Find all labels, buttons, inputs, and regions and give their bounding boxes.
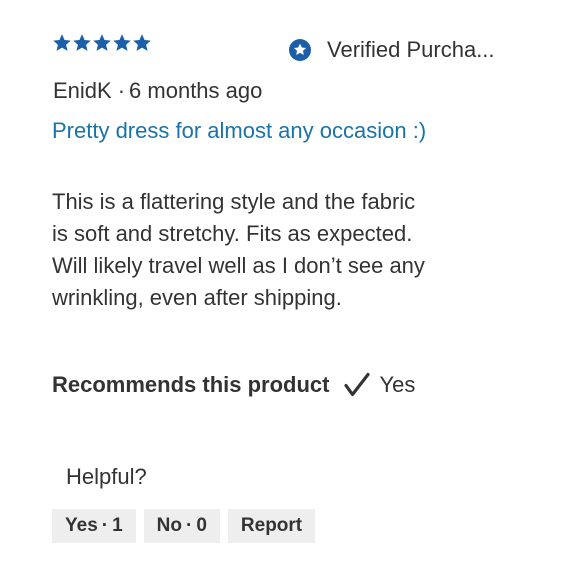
star-icon <box>52 33 72 53</box>
review-body-line: is soft and stretchy. Fits as expected. <box>52 221 413 246</box>
verified-purchase-badge: Verified Purcha... <box>289 36 495 64</box>
report-label: Report <box>240 515 303 536</box>
helpful-label: Helpful? <box>66 464 147 489</box>
review-body-line: This is a flattering style and the fabri… <box>52 189 416 214</box>
verified-purchase-label: Verified Purcha... <box>327 37 495 62</box>
no-count: 0 <box>196 515 207 536</box>
review-card: Verified Purcha... EnidK · 6 months ago Pr… <box>0 0 580 580</box>
meta-separator: · <box>117 78 126 103</box>
star-icon <box>72 33 92 53</box>
verified-star-badge-icon <box>289 39 311 61</box>
review-body: This is a flattering style and the fabri… <box>52 186 472 314</box>
review-meta: EnidK · 6 months ago <box>53 77 262 105</box>
report-button[interactable]: Report <box>227 509 316 543</box>
yes-count: 1 <box>112 515 123 536</box>
no-label: No <box>156 515 182 536</box>
star-icon <box>132 33 152 53</box>
checkmark-icon <box>343 371 371 399</box>
star-icon <box>92 33 112 53</box>
review-title: Pretty dress for almost any occasion :) <box>52 118 427 143</box>
star-icon <box>112 33 132 53</box>
recommends-label: Recommends this product <box>52 372 330 397</box>
review-body-line: Will likely travel well as I don’t see a… <box>52 253 425 278</box>
author-name: EnidK <box>53 78 112 103</box>
recommends-value: Yes <box>379 372 416 397</box>
yes-label: Yes <box>65 515 98 536</box>
review-body-line: wrinkling, even after shipping. <box>52 285 342 310</box>
vote-separator: · <box>186 515 193 536</box>
helpful-yes-button[interactable]: Yes · 1 <box>52 509 136 543</box>
helpful-vote-row: Yes · 1 No · 0 Report <box>52 509 316 543</box>
recommends-row: Recommends this product Yes <box>52 371 415 399</box>
helpful-no-button[interactable]: No · 0 <box>143 509 220 543</box>
star-rating <box>52 33 152 53</box>
vote-separator: · <box>101 515 109 536</box>
review-date: 6 months ago <box>129 78 263 103</box>
